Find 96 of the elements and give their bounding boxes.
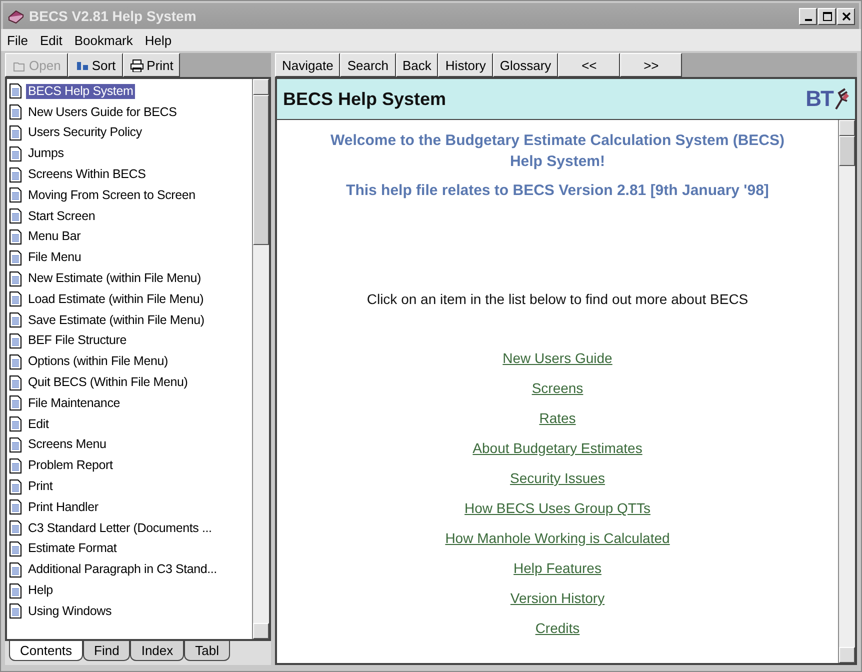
window-title: BECS V2.81 Help System (29, 8, 196, 24)
nav-button[interactable]: History (438, 53, 493, 77)
menu-item[interactable]: Edit (40, 32, 62, 48)
topic-item[interactable]: Print Handler (26, 500, 100, 515)
document-icon (9, 395, 22, 412)
document-icon (9, 436, 22, 453)
topic-item[interactable]: Options (within File Menu) (26, 354, 170, 370)
document-icon (9, 187, 22, 204)
topic-link[interactable]: Version History (510, 587, 605, 610)
printer-icon (130, 58, 144, 72)
menu-item[interactable]: Help (144, 32, 172, 48)
topic-link[interactable]: New Users Guide (502, 347, 612, 370)
topic-item[interactable]: Estimate Format (26, 541, 119, 556)
menu-item[interactable]: File (7, 32, 28, 48)
topic-item[interactable]: New Estimate (within File Menu) (26, 271, 204, 286)
document-icon (9, 582, 22, 599)
document-icon (9, 166, 22, 183)
welcome-text: Welcome to the Budgetary Estimate Calculation System (BECS) Help System! (330, 131, 786, 172)
close-icon (840, 10, 852, 22)
topic-link[interactable]: About Budgetary Estimates (472, 437, 642, 460)
logo-text: BT (806, 86, 833, 112)
minimize-button[interactable] (799, 8, 817, 24)
tab[interactable]: Find (83, 641, 130, 661)
nav-button[interactable]: Back (396, 53, 438, 77)
topic-item[interactable]: BEF File Structure (26, 333, 129, 348)
topic-link[interactable]: Credits (535, 617, 580, 640)
tab[interactable]: Index (130, 641, 184, 661)
document-icon (9, 228, 22, 245)
document-icon (9, 146, 22, 162)
topic-item[interactable]: New Users Guide for BECS (26, 104, 179, 120)
topic-link[interactable]: Rates (539, 407, 576, 430)
topic-item[interactable]: Additional Paragraph in C3 Stand... (26, 562, 219, 578)
topic-item[interactable]: BECS Help System (26, 84, 136, 99)
document-icon (9, 478, 22, 495)
topic-link[interactable]: Help Features (514, 557, 602, 580)
document-icon (9, 562, 22, 578)
page-heading: BECS Help System (283, 88, 446, 110)
document-icon (9, 291, 22, 308)
topic-item[interactable]: File Menu (26, 250, 84, 266)
tab[interactable]: Tabl (184, 641, 230, 661)
document-icon (9, 520, 22, 536)
topic-link[interactable]: How BECS Uses Group QTTs (464, 497, 650, 520)
nav-button[interactable]: Search (340, 53, 396, 77)
document-icon (9, 374, 22, 391)
topic-item[interactable]: Jumps (26, 146, 66, 162)
maximize-button[interactable] (818, 8, 836, 24)
version-text: This help file relates to BECS Version 2.81 [9th January '98] (345, 182, 770, 199)
topic-item[interactable]: Quit BECS (Within File Menu) (26, 375, 190, 390)
topic-item[interactable]: Users Security Policy (26, 125, 144, 140)
document-icon (9, 332, 22, 349)
topic-item[interactable]: C3 Standard Letter (Documents ... (26, 520, 214, 536)
nav-button[interactable]: Glossary (492, 53, 558, 77)
figure-icon (833, 87, 849, 111)
document-icon (9, 540, 22, 557)
topic-item[interactable]: Using Windows (26, 604, 114, 619)
instruction-text: Click on an item in the list below to find out more about BECS (366, 291, 750, 307)
topic-item[interactable]: Edit (26, 416, 51, 432)
topic-item[interactable]: Screens Menu (26, 437, 108, 452)
minimize-icon (804, 18, 812, 20)
topic-item[interactable]: Problem Report (26, 458, 115, 474)
topic-item[interactable]: Save Estimate (within File Menu) (26, 312, 206, 328)
nav-button[interactable]: >> (620, 53, 682, 77)
topic-item[interactable]: Help (26, 583, 55, 598)
document-icon (9, 104, 22, 120)
maximize-icon (822, 10, 832, 22)
tab[interactable]: Contents (9, 641, 84, 661)
sort-button[interactable]: Sort (68, 53, 123, 77)
topic-item[interactable]: Start Screen (26, 208, 98, 224)
menu-item[interactable]: Bookmark (74, 32, 133, 48)
scrollbar[interactable] (838, 120, 855, 663)
topic-link[interactable]: Security Issues (510, 467, 605, 490)
document-icon (9, 458, 22, 474)
book-icon (7, 8, 25, 24)
document-icon (9, 603, 22, 620)
document-icon (9, 354, 22, 370)
topic-item[interactable]: Menu Bar (26, 229, 83, 244)
topic-item[interactable]: Screens Within BECS (26, 167, 148, 182)
topic-item[interactable]: Print (26, 479, 55, 494)
document-icon (9, 416, 22, 432)
nav-button[interactable]: Navigate (275, 53, 340, 77)
document-icon (9, 250, 22, 266)
topic-item[interactable]: File Maintenance (26, 396, 122, 411)
topic-link[interactable]: How Manhole Working is Calculated (445, 527, 670, 550)
document-icon (9, 208, 22, 224)
topic-item[interactable]: Moving From Screen to Screen (26, 188, 198, 203)
nav-button[interactable]: << (558, 53, 620, 77)
document-icon (9, 124, 22, 141)
print-button[interactable]: Print (122, 53, 180, 77)
document-icon (9, 499, 22, 516)
topic-link[interactable]: Screens (532, 377, 584, 400)
document-icon (9, 312, 22, 328)
scrollbar[interactable] (252, 79, 269, 639)
document-icon (9, 83, 22, 100)
document-icon (9, 270, 22, 287)
topic-item[interactable]: Load Estimate (within File Menu) (26, 292, 206, 307)
close-button[interactable] (837, 8, 855, 24)
